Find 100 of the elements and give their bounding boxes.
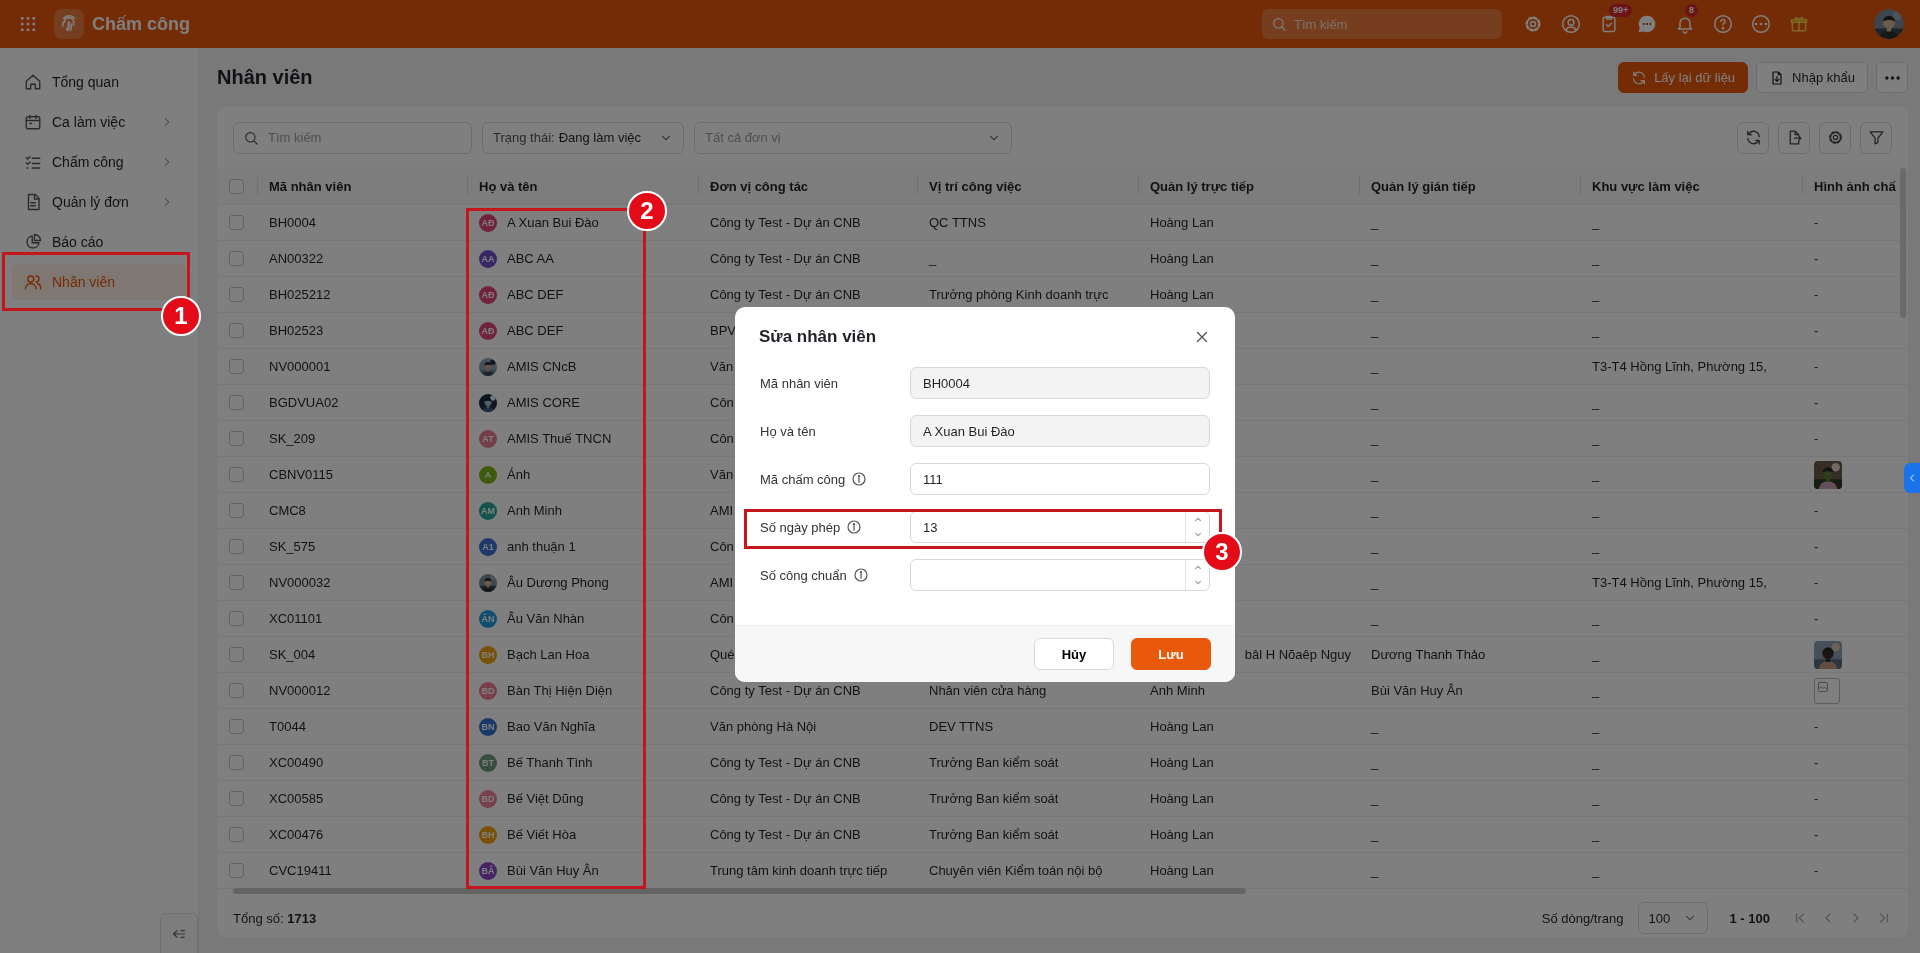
refresh-button[interactable] [1737,121,1769,154]
side-panel-tab[interactable] [1904,463,1920,493]
row-checkbox[interactable] [229,611,244,626]
user-circle-icon[interactable] [1561,14,1581,34]
sidebar-item[interactable]: Ca làm việc [12,104,186,140]
pie-chart-icon [24,233,42,251]
table-cell: Hoàng Lan [1150,719,1214,734]
collapse-sidebar-button[interactable] [160,913,198,953]
table-cell: NV000032 [269,575,331,590]
page-size-select[interactable]: 100 [1637,902,1708,934]
clipboard-icon[interactable] [1599,14,1619,34]
table-cell: _ [1371,863,1379,878]
table-cell: NV000001 [269,359,331,374]
info-icon[interactable] [851,471,868,487]
calendar-icon [24,113,42,131]
column-header: Quản lý gián tiếp [1371,178,1476,194]
row-checkbox[interactable] [229,827,244,842]
table-cell: BH025212 [269,287,331,302]
employee-name: ABC DEF [507,323,564,338]
filter-icon [1867,129,1885,146]
gift-icon[interactable] [1789,14,1809,34]
row-checkbox[interactable] [229,719,244,734]
sidebar-item[interactable]: Báo cáo [12,224,186,260]
initials-avatar: AĐ [479,321,497,340]
table-cell: Văn [710,467,734,482]
row-checkbox[interactable] [229,395,244,410]
employee-name: Ánh [507,467,531,482]
scrollbar[interactable] [233,888,1246,894]
row-checkbox[interactable] [229,539,244,554]
more-button[interactable] [1876,62,1908,93]
sidebar-item[interactable]: Chấm công [12,144,186,180]
page-size-label: Số dòng/trang [1541,910,1624,926]
table-cell: - [1814,215,1819,230]
row-checkbox[interactable] [229,323,244,338]
column-header: Vị trí công việc [929,178,1022,194]
table-cell: Công ty Test - Dự án CNB [710,287,861,302]
status-dropdown[interactable]: Trạng thái: Đang làm việc [482,121,684,154]
initials-avatar: AĐ [479,213,497,232]
table-cell: Côn [710,539,734,554]
input-field[interactable]: A Xuan Bui Đào [910,415,1210,447]
input-field[interactable]: BH0004 [910,367,1210,399]
export-button[interactable] [1778,121,1810,154]
field-label: Mã nhân viên [760,375,839,391]
employee-name: anh thuận 1 [507,539,576,554]
page-range: 1 - 100 [1729,910,1770,926]
help-icon[interactable] [1713,14,1733,34]
row-checkbox[interactable] [229,683,244,698]
filter-button[interactable] [1860,121,1892,154]
row-checkbox[interactable] [229,431,244,446]
table-cell: _ [1371,827,1379,842]
row-checkbox[interactable] [229,647,244,662]
row-checkbox[interactable] [229,467,244,482]
import-button[interactable]: Nhập khẩu [1756,62,1868,93]
notification-badge: 99+ [1609,4,1633,17]
row-checkbox[interactable] [229,575,244,590]
initials-avatar: BH [479,825,497,844]
save-button[interactable]: Lưu [1131,638,1211,670]
table-cell: _ [1371,431,1379,446]
table-cell: Dương Thanh Thảo [1371,647,1486,662]
table-cell: - [1814,395,1819,410]
column-header: Hình ảnh chấ [1814,178,1896,194]
info-icon[interactable] [846,519,863,535]
row-checkbox[interactable] [229,215,244,230]
table-cell: _ [1592,251,1600,266]
cancel-button[interactable]: Hủy [1034,638,1114,670]
row-checkbox[interactable] [229,503,244,518]
select-all-checkbox[interactable] [229,178,244,194]
initials-avatar: ÂN [479,609,497,628]
row-checkbox[interactable] [229,251,244,266]
table-cell: - [1814,611,1819,626]
settings-button[interactable] [1819,121,1851,154]
info-icon[interactable] [852,567,869,583]
row-checkbox[interactable] [229,359,244,374]
table-cell: _ [1592,791,1600,806]
table-cell: _ [1592,323,1600,338]
table-cell: BPV [710,323,736,338]
table-cell: Hoàng Lan [1150,215,1214,230]
table-cell: _ [1371,323,1379,338]
column-header: Mã nhân viên [269,178,352,194]
employee-name: Bế Thanh Tình [507,755,593,770]
search-icon [1271,16,1287,32]
more-icon[interactable] [1751,14,1771,34]
table-cell: _ [1592,503,1600,518]
chat-icon[interactable] [1637,14,1657,34]
grid-icon[interactable] [18,14,38,34]
table-cell: Bùi Văn Huy Ân [1371,683,1463,698]
table-cell: XC00476 [269,827,324,842]
settings-icon[interactable] [1523,14,1543,34]
row-checkbox[interactable] [229,791,244,806]
refresh-data-button[interactable]: Lấy lại dữ liệu [1618,62,1749,93]
broken-image-icon [1817,680,1829,693]
sidebar-item[interactable]: Quản lý đơn [12,184,186,220]
refresh-icon [1631,69,1648,86]
input-field[interactable]: 111 [910,463,1210,495]
sidebar-item[interactable]: Tổng quan [12,64,186,100]
row-checkbox[interactable] [229,863,244,878]
table-cell: - [1814,719,1819,734]
row-checkbox[interactable] [229,287,244,302]
table-cell: CBNV0115 [269,467,334,482]
row-checkbox[interactable] [229,755,244,770]
